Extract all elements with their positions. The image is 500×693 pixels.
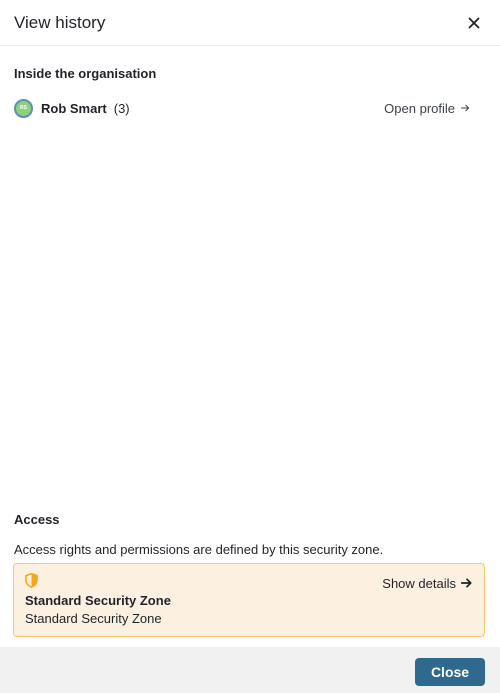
dialog-title: View history (14, 12, 106, 32)
access-section-title: Access (14, 512, 60, 527)
dialog-footer: Close (0, 647, 500, 693)
arrow-right-icon (460, 575, 472, 591)
security-zone-subtitle: Standard Security Zone (25, 611, 162, 626)
organisation-section-title: Inside the organisation (14, 66, 157, 81)
close-button[interactable]: Close (415, 658, 485, 686)
security-zone-name: Standard Security Zone (25, 593, 171, 608)
show-details-label: Show details (382, 575, 456, 591)
open-profile-label: Open profile (384, 100, 455, 116)
arrow-right-icon (461, 101, 470, 115)
person-name: Rob Smart (41, 100, 107, 116)
person-row: RS Rob Smart (3) Open profile (14, 97, 470, 119)
access-description: Access rights and permissions are define… (14, 542, 384, 557)
security-zone-card: Show details Standard Security Zone Stan… (13, 563, 485, 637)
person-info: RS Rob Smart (3) (14, 98, 130, 118)
avatar: RS (14, 98, 33, 118)
close-icon[interactable] (462, 11, 486, 35)
person-count: (3) (113, 100, 130, 116)
open-profile-link[interactable]: Open profile (384, 101, 470, 116)
show-details-link[interactable]: Show details (382, 575, 472, 591)
dialog-header: View history (0, 0, 500, 46)
shield-icon (25, 573, 39, 589)
view-history-dialog: View history Inside the organisation RS … (0, 0, 500, 693)
